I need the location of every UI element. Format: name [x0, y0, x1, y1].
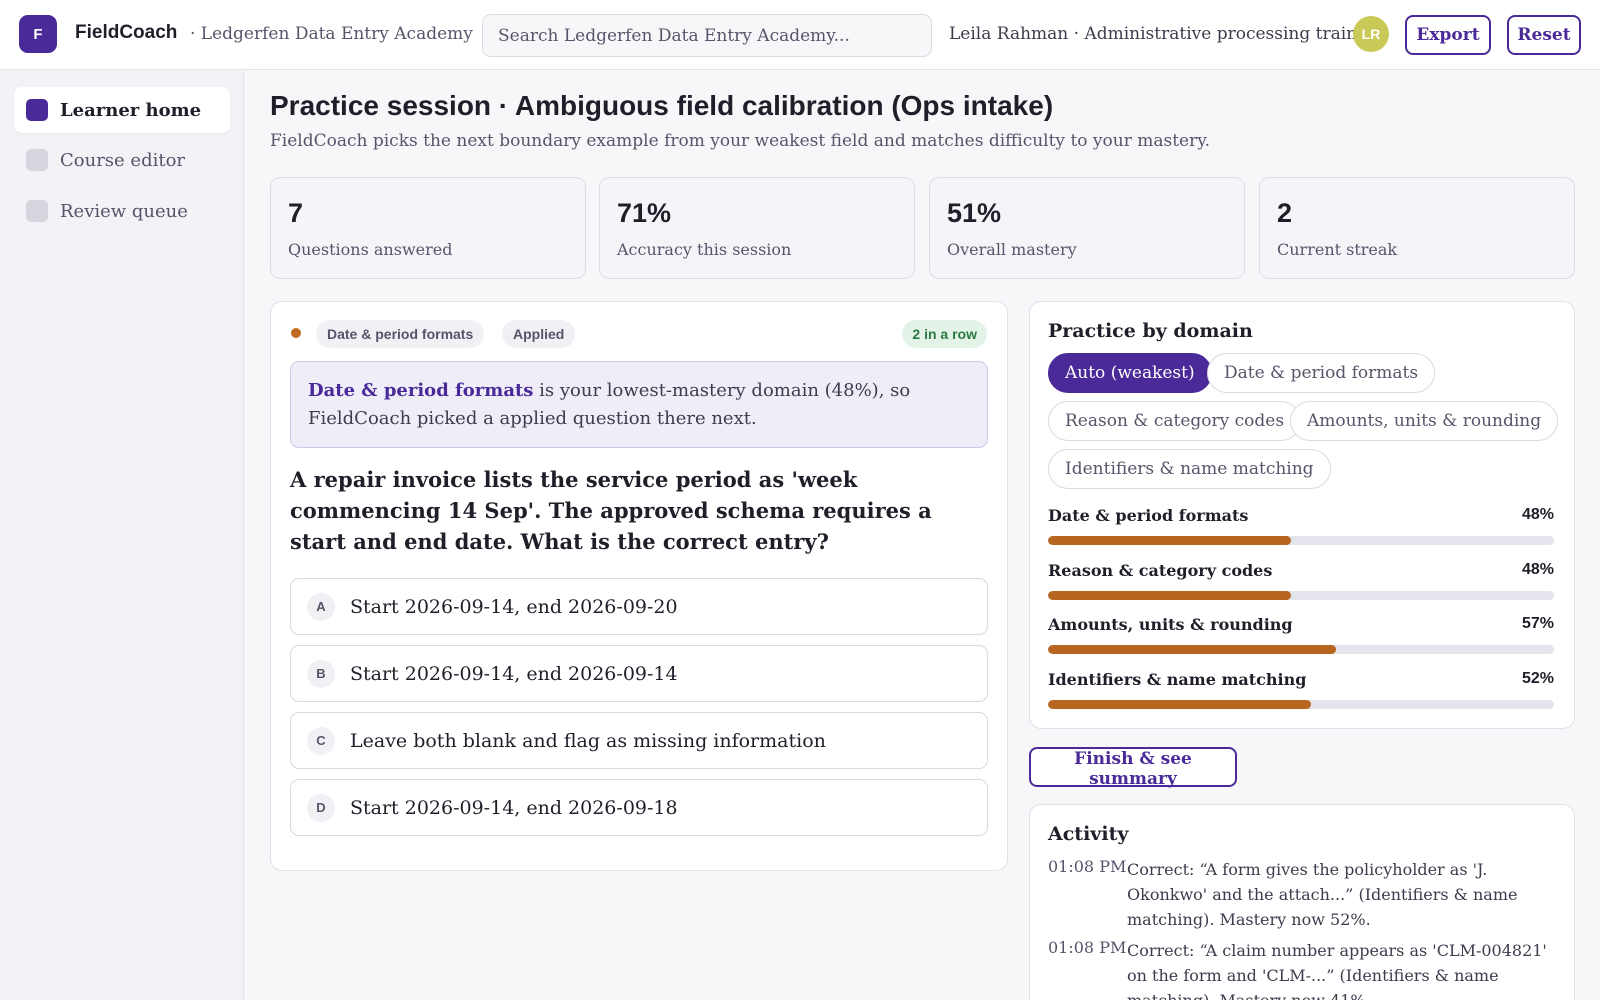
stat-overall-mastery: 51% Overall mastery: [929, 177, 1245, 279]
activity-time: 01:08 PM: [1048, 938, 1127, 957]
filter-auto-weakest[interactable]: Auto (weakest): [1048, 353, 1212, 393]
filter-identifiers-name-matching[interactable]: Identifiers & name matching: [1048, 449, 1331, 489]
sidebar-item-label: Learner home: [60, 99, 202, 121]
option-letter: A: [307, 592, 335, 621]
streak-badge: 2 in a row: [902, 320, 987, 348]
finish-summary-button[interactable]: Finish & see summary: [1029, 747, 1237, 789]
mastery-percent: 48%: [1521, 561, 1554, 578]
activity-panel: Activity 01:08 PM Correct: “A form gives…: [1029, 804, 1575, 1000]
question-prompt: A repair invoice lists the service perio…: [290, 467, 932, 554]
sidebar-item-course-editor[interactable]: Course editor: [14, 137, 230, 183]
explain-domain-link: Date & period formats: [308, 380, 534, 401]
selection-explanation: Date & period formats is your lowest-mas…: [290, 361, 988, 448]
brand-name: FieldCoach: [75, 22, 178, 43]
stat-current-streak: 2 Current streak: [1259, 177, 1575, 279]
mastery-label: Date & period formats: [1048, 506, 1249, 525]
stat-label: Current streak: [1277, 240, 1398, 259]
mastery-label: Reason & category codes: [1048, 561, 1273, 580]
activity-title: Activity: [1048, 823, 1129, 845]
stat-label: Overall mastery: [947, 240, 1077, 259]
org-name: · Ledgerfen Data Entry Academy: [190, 24, 473, 44]
learner-home-icon: [26, 99, 48, 121]
filter-amounts-units-rounding[interactable]: Amounts, units & rounding: [1290, 401, 1559, 441]
mastery-percent: 52%: [1521, 670, 1554, 687]
sidebar-item-label: Review queue: [60, 200, 188, 222]
activity-text: Correct: “A form gives the policyholder …: [1127, 860, 1518, 929]
mastery-row: Identifiers & name matching 52%: [1048, 670, 1554, 712]
option-letter: D: [307, 793, 335, 822]
option-text: Leave both blank and flag as missing inf…: [350, 729, 826, 752]
stat-value: 7: [288, 198, 304, 228]
mastery-label: Identifiers & name matching: [1048, 670, 1307, 689]
option-letter: C: [307, 726, 335, 755]
sidebar-item-label: Course editor: [60, 149, 186, 171]
difficulty-chip: Applied: [502, 320, 576, 348]
app-logo[interactable]: F: [19, 15, 57, 53]
review-queue-icon: [26, 200, 48, 222]
practice-by-domain-panel: Practice by domain Auto (weakest) Date &…: [1029, 301, 1575, 729]
page-subtitle: FieldCoach picks the next boundary examp…: [270, 131, 1210, 151]
filter-date-period-formats[interactable]: Date & period formats: [1207, 353, 1436, 393]
domain-dot-icon: [291, 328, 301, 338]
stat-label: Questions answered: [288, 240, 453, 259]
stat-accuracy: 71% Accuracy this session: [599, 177, 915, 279]
mastery-label: Amounts, units & rounding: [1048, 615, 1293, 634]
mastery-row: Amounts, units & rounding 57%: [1048, 615, 1554, 657]
stat-value: 51%: [947, 198, 1002, 228]
option-text: Start 2026-09-14, end 2026-09-18: [350, 796, 678, 819]
course-editor-icon: [26, 149, 48, 171]
mastery-percent: 48%: [1521, 506, 1554, 523]
panel-title: Practice by domain: [1048, 320, 1253, 342]
stat-value: 71%: [617, 198, 672, 228]
export-button[interactable]: Export: [1405, 15, 1491, 55]
stat-value: 2: [1277, 198, 1293, 228]
stat-label: Accuracy this session: [617, 240, 792, 259]
question-card: Date & period formats Applied 2 in a row…: [270, 301, 1008, 871]
option-letter: B: [307, 659, 335, 688]
filter-reason-category-codes[interactable]: Reason & category codes: [1048, 401, 1302, 441]
activity-text: Correct: “A claim number appears as 'CLM…: [1127, 941, 1547, 1000]
domain-chip: Date & period formats: [316, 320, 485, 348]
answer-option-a[interactable]: A Start 2026-09-14, end 2026-09-20: [290, 578, 988, 635]
mastery-bar: [1048, 591, 1554, 600]
avatar[interactable]: LR: [1353, 16, 1389, 52]
search-input[interactable]: [482, 14, 932, 57]
stat-questions-answered: 7 Questions answered: [270, 177, 586, 279]
mastery-row: Reason & category codes 48%: [1048, 561, 1554, 603]
mastery-bar: [1048, 645, 1554, 654]
user-name-role: Leila Rahman · Administrative processing…: [949, 24, 1376, 44]
sidebar: Learner home Course editor Review queue: [0, 70, 244, 1000]
mastery-bar-fill: [1048, 536, 1291, 545]
answer-option-d[interactable]: D Start 2026-09-14, end 2026-09-18: [290, 779, 988, 836]
mastery-bar-fill: [1048, 591, 1291, 600]
mastery-bar-fill: [1048, 700, 1312, 709]
sidebar-item-learner-home[interactable]: Learner home: [14, 87, 230, 133]
option-text: Start 2026-09-14, end 2026-09-20: [350, 595, 678, 618]
option-text: Start 2026-09-14, end 2026-09-14: [350, 662, 678, 685]
activity-time: 01:08 PM: [1048, 857, 1127, 876]
reset-button[interactable]: Reset: [1507, 15, 1581, 55]
mastery-percent: 57%: [1521, 615, 1554, 632]
mastery-row: Date & period formats 48%: [1048, 506, 1554, 548]
mastery-bar: [1048, 700, 1554, 709]
sidebar-item-review-queue[interactable]: Review queue: [14, 188, 230, 234]
page-title: Practice session · Ambiguous field calib…: [270, 90, 1054, 121]
mastery-bar: [1048, 536, 1554, 545]
top-bar: F FieldCoach · Ledgerfen Data Entry Acad…: [0, 0, 1600, 70]
answer-option-c[interactable]: C Leave both blank and flag as missing i…: [290, 712, 988, 769]
answer-option-b[interactable]: B Start 2026-09-14, end 2026-09-14: [290, 645, 988, 702]
mastery-bar-fill: [1048, 645, 1337, 654]
